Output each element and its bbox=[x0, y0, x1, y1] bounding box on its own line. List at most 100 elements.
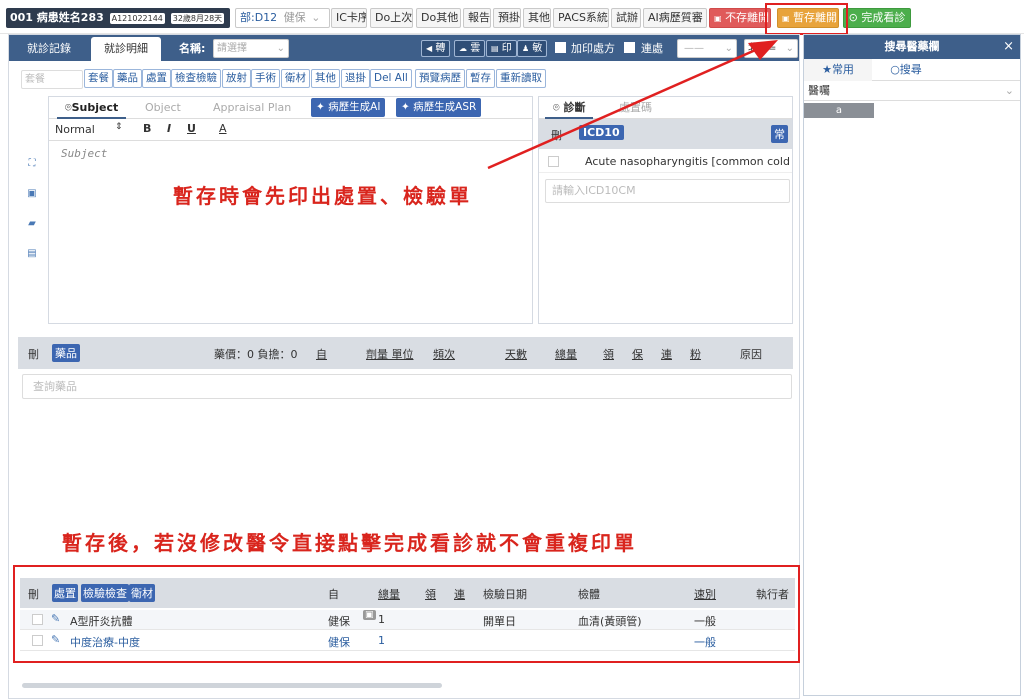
tab-common[interactable]: ★常用 bbox=[804, 59, 872, 81]
order-treatment-button[interactable]: 處置 bbox=[142, 69, 171, 88]
row-checkbox[interactable] bbox=[32, 635, 43, 646]
soap-editor: ⌾Subject Object Appraisal Plan ✦ 病歷生成AI … bbox=[48, 96, 533, 324]
order-lab-button[interactable]: 檢查檢驗 bbox=[171, 69, 221, 88]
order-radiology-button[interactable]: 放射 bbox=[222, 69, 251, 88]
horizontal-scrollbar[interactable] bbox=[22, 683, 442, 688]
tab-object[interactable]: Object bbox=[137, 97, 189, 119]
order-row[interactable]: ✎ A型肝炎抗體 健保 ▣ 1 開單日 血清(黃頭管) 一般 bbox=[20, 610, 795, 630]
image-icon[interactable]: ▣ bbox=[26, 188, 38, 200]
soap-tabs: ⌾Subject Object Appraisal Plan ✦ 病歷生成AI … bbox=[49, 97, 532, 119]
order-row[interactable]: ✎ 中度治療-中度 健保 1 一般 bbox=[20, 631, 795, 651]
trial-button[interactable]: 試辦 bbox=[611, 8, 641, 28]
preview-record-button[interactable]: 預覽病歷 bbox=[415, 69, 465, 88]
ai-generate-button[interactable]: ✦ 病歷生成AI bbox=[311, 98, 386, 117]
side-select[interactable]: 醫囑 ⌄ bbox=[804, 81, 1020, 101]
tab-appraisal-plan[interactable]: Appraisal Plan bbox=[205, 97, 299, 119]
order-set-button[interactable]: 套餐 bbox=[84, 69, 113, 88]
order-search-input[interactable]: 套餐 bbox=[21, 70, 83, 89]
close-icon[interactable]: × bbox=[1003, 35, 1014, 59]
ai-review-button[interactable]: AI病歷質審 bbox=[643, 8, 707, 28]
side-select-value: 醫囑 bbox=[808, 84, 830, 97]
col-continuous: 連 bbox=[454, 588, 465, 601]
order-surgery-button[interactable]: 手術 bbox=[251, 69, 280, 88]
drug-search-input[interactable]: 查詢藥品 bbox=[22, 374, 792, 399]
name-label: 名稱: bbox=[179, 42, 206, 55]
side-list-item[interactable]: a bbox=[804, 103, 874, 118]
treatment-tag: 處置 bbox=[52, 584, 78, 602]
no-save-exit-button[interactable]: ▣ 不存離開 bbox=[709, 8, 771, 28]
tab-subject[interactable]: ⌾Subject bbox=[57, 97, 127, 119]
row-checkbox[interactable] bbox=[32, 614, 43, 625]
order-drug-button[interactable]: 藥品 bbox=[113, 69, 142, 88]
subject-textarea[interactable]: Subject bbox=[49, 141, 532, 323]
order-speed: 一般 bbox=[694, 615, 716, 628]
complete-visit-label: 完成看診 bbox=[861, 11, 906, 24]
lab-tag: 檢驗檢查 bbox=[81, 584, 129, 602]
lock-icon[interactable]: ▣ bbox=[363, 610, 376, 620]
order-self: 健保 bbox=[328, 615, 350, 628]
chevron-down-icon: ⌄ bbox=[276, 43, 285, 54]
subject-placeholder: Subject bbox=[61, 147, 108, 160]
name-select[interactable]: 請選擇 ⌄ bbox=[213, 39, 289, 58]
format-select[interactable]: Normal bbox=[55, 123, 95, 136]
do-other-button[interactable]: Do其他 bbox=[416, 8, 461, 28]
underline-button[interactable]: U bbox=[187, 122, 196, 135]
complete-visit-button[interactable]: ⊙ 完成看診 bbox=[843, 8, 911, 28]
edit-icon[interactable]: ✎ bbox=[51, 633, 60, 646]
asr-generate-label: 病歷生成ASR bbox=[413, 101, 477, 113]
side-panel: 搜尋醫藥欄 × ★常用 ○搜尋 醫囑 ⌄ a bbox=[803, 34, 1021, 696]
annotation-bottom: 暫存後，若沒修改醫令直接點擊完成看診就不會重複印單 bbox=[62, 531, 637, 555]
dept-select[interactable]: 部:D12 健保 ⌄ bbox=[235, 8, 330, 28]
do-last-button[interactable]: Do上次 bbox=[370, 8, 413, 28]
tab-visit-record[interactable]: 就診記錄 bbox=[17, 37, 81, 61]
col-continuous: 連 bbox=[661, 348, 672, 361]
other-button[interactable]: 其他 bbox=[523, 8, 551, 28]
delete-all-button[interactable]: Del All bbox=[370, 69, 412, 88]
expand-icon[interactable]: ⛶ bbox=[26, 158, 38, 170]
patient-age-tag: 32歲8月28天 bbox=[170, 13, 225, 24]
order-cancel-register-button[interactable]: 退掛 bbox=[341, 69, 370, 88]
folder-icon[interactable]: ▰ bbox=[26, 218, 38, 230]
col-specimen: 檢體 bbox=[578, 588, 600, 601]
insurance-type: 健保 bbox=[283, 11, 306, 24]
text-color-button[interactable]: A bbox=[219, 122, 227, 135]
order-supply-button[interactable]: 衛材 bbox=[281, 69, 310, 88]
annotation-arrow bbox=[487, 40, 778, 170]
location-pin-icon: ⌾ bbox=[65, 101, 72, 114]
name-select-placeholder: 請選擇 bbox=[217, 43, 247, 54]
check-circle-icon: ⊙ bbox=[848, 11, 858, 24]
ic-card-button[interactable]: IC卡序 bbox=[331, 8, 367, 28]
star-icon: ★ bbox=[822, 63, 832, 76]
drug-tag: 藥品 bbox=[52, 344, 80, 362]
transfer-button[interactable]: ◀ 轉 bbox=[421, 40, 451, 57]
tab-search[interactable]: ○搜尋 bbox=[872, 59, 940, 81]
order-name: A型肝炎抗體 bbox=[70, 615, 133, 628]
col-lab-date: 檢驗日期 bbox=[483, 588, 527, 601]
order-table-header: 刪 處置 檢驗檢查 衛材 自 總量 領 連 檢驗日期 檢體 速別 執行者 bbox=[20, 578, 795, 608]
asr-generate-button[interactable]: ✦ 病歷生成ASR bbox=[396, 98, 482, 117]
italic-button[interactable]: I bbox=[167, 122, 171, 135]
patient-id-tag: A121022144 bbox=[109, 13, 165, 24]
no-save-exit-label: 不存離開 bbox=[725, 11, 770, 24]
cloud-icon: ☁ bbox=[459, 44, 467, 53]
drug-delete-label: 刪 bbox=[28, 348, 39, 361]
icd10-input[interactable]: 請輸入ICD10CM bbox=[545, 179, 790, 203]
order-other-button[interactable]: 其他 bbox=[311, 69, 340, 88]
search-icon: ○ bbox=[890, 63, 900, 76]
report-button[interactable]: 報告 bbox=[463, 8, 491, 28]
pacs-button[interactable]: PACS系統 bbox=[553, 8, 609, 28]
annotation-top: 暫存時會先印出處置、檢驗單 bbox=[173, 184, 472, 208]
patient-info: 001 病患姓名283 A121022144 32歲8月28天 + bbox=[6, 8, 230, 28]
save-icon[interactable]: ▤ bbox=[26, 248, 38, 260]
col-days: 天數 bbox=[505, 348, 527, 361]
col-self: 自 bbox=[328, 588, 339, 601]
bold-button[interactable]: B bbox=[143, 122, 151, 135]
pre-register-button[interactable]: 預掛 bbox=[493, 8, 521, 28]
col-self: 自 bbox=[316, 348, 327, 361]
col-speed: 速別 bbox=[694, 588, 716, 601]
cloud-label: 雲 bbox=[470, 43, 481, 54]
edit-icon[interactable]: ✎ bbox=[51, 612, 60, 625]
tab-subject-label: Subject bbox=[71, 101, 119, 114]
tab-visit-detail[interactable]: 就診明細 bbox=[91, 37, 161, 61]
col-powder: 粉 bbox=[690, 348, 701, 361]
